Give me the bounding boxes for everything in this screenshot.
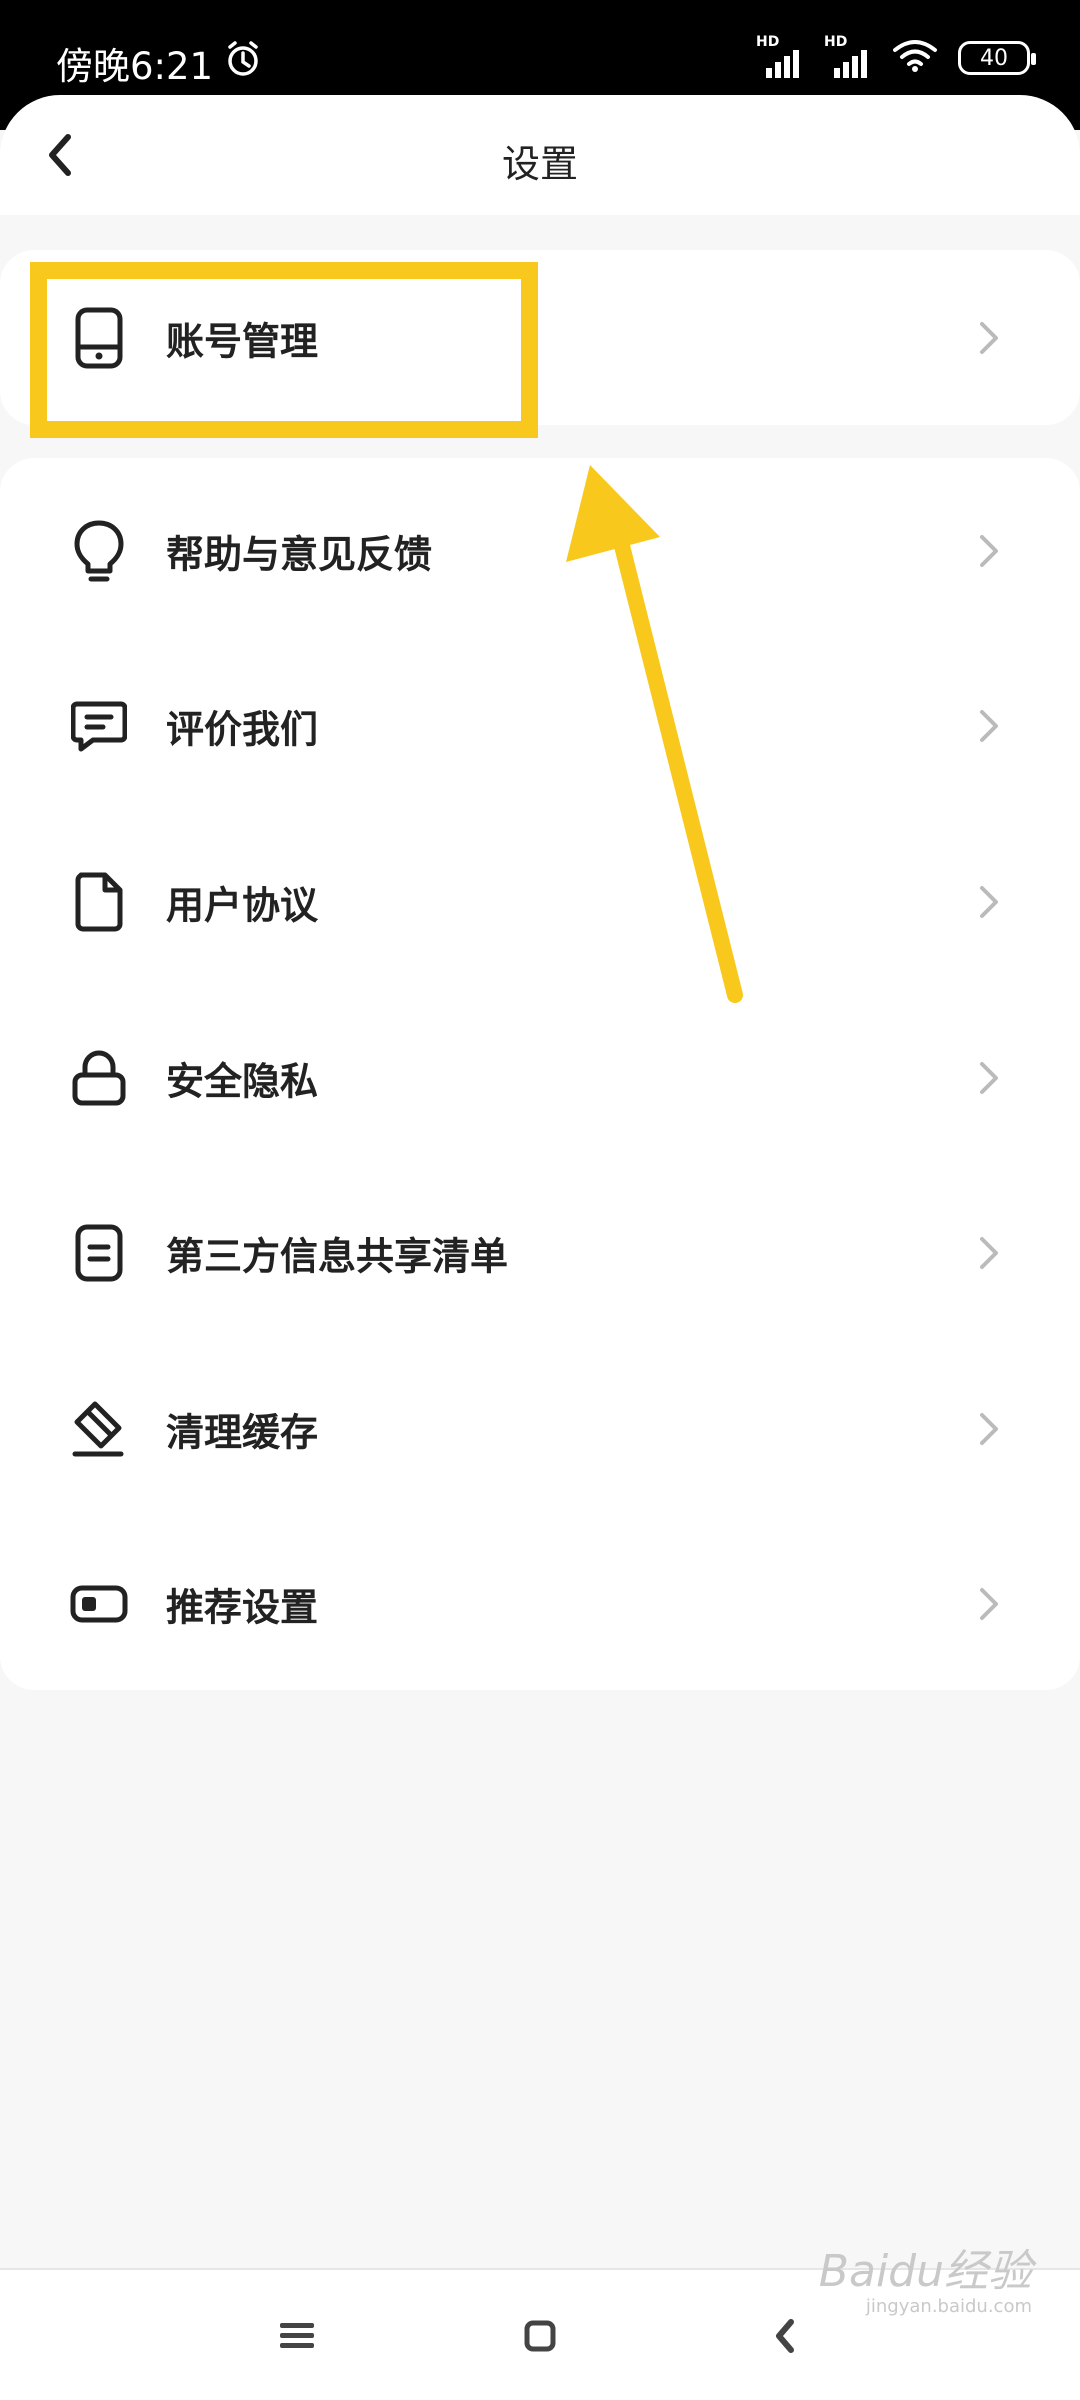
home-square-icon [524, 2320, 556, 2352]
wifi-icon [892, 39, 938, 77]
account-card: 账号管理 [0, 250, 1080, 425]
page-title: 设置 [501, 142, 578, 186]
chevron-right-icon [980, 709, 998, 742]
status-time: 傍晚6:21 [56, 36, 263, 90]
settings-item-user-agreement[interactable]: 用户协议 [0, 814, 1080, 989]
lock-icon [70, 1044, 128, 1112]
back-triangle-icon [776, 2319, 794, 2353]
system-back-button[interactable] [760, 2314, 810, 2358]
list-icon [70, 1219, 128, 1287]
chevron-right-icon [980, 885, 998, 918]
hd-label: HD [824, 34, 848, 50]
signal-icon-1: HD [756, 34, 804, 78]
phone-icon [70, 304, 128, 372]
settings-item-account[interactable]: 账号管理 [0, 250, 1080, 425]
app-header: 设置 [0, 95, 1080, 215]
chevron-right-icon [980, 321, 998, 354]
recent-apps-button[interactable] [272, 2314, 322, 2358]
settings-item-third-party-list[interactable]: 第三方信息共享清单 [0, 1165, 1080, 1340]
chevron-right-icon [980, 1061, 998, 1094]
settings-item-label: 推荐设置 [166, 1585, 319, 1629]
settings-item-label: 帮助与意见反馈 [166, 532, 433, 576]
settings-item-feedback[interactable]: 帮助与意见反馈 [0, 463, 1080, 638]
lightbulb-icon [70, 517, 128, 585]
eraser-icon [70, 1395, 128, 1463]
battery-level: 40 [980, 45, 1008, 71]
settings-item-label: 用户协议 [166, 883, 319, 927]
settings-item-label: 评价我们 [166, 707, 319, 751]
chevron-right-icon [980, 1236, 998, 1269]
home-button[interactable] [515, 2314, 565, 2358]
document-icon [70, 868, 128, 936]
signal-icon-2: HD [824, 34, 872, 78]
chevron-right-icon [980, 534, 998, 567]
settings-item-label: 清理缓存 [166, 1410, 319, 1454]
watermark-brand: Baidu经验 [818, 2246, 1032, 2297]
alarm-icon [223, 39, 263, 88]
battery-icon: 40 [958, 41, 1036, 75]
settings-item-label: 安全隐私 [166, 1059, 319, 1103]
settings-item-recommendation[interactable]: 推荐设置 [0, 1516, 1080, 1691]
settings-item-rate-us[interactable]: 评价我们 [0, 638, 1080, 813]
status-icons: HD HD 40 [756, 34, 1036, 78]
chevron-right-icon [980, 1587, 998, 1620]
watermark-url: jingyan.baidu.com [865, 2296, 1032, 2317]
settings-card: 帮助与意见反馈 评价我们 用户协议 安全隐私 第三方信息共享清单 清理缓存 推荐… [0, 458, 1080, 1690]
settings-item-label: 第三方信息共享清单 [166, 1234, 509, 1278]
settings-item-clear-cache[interactable]: 清理缓存 [0, 1341, 1080, 1516]
settings-item-label: 账号管理 [166, 319, 319, 363]
hd-label: HD [756, 34, 780, 50]
settings-item-security-privacy[interactable]: 安全隐私 [0, 990, 1080, 1165]
message-icon [70, 692, 128, 760]
menu-icon [280, 2323, 314, 2348]
chevron-right-icon [980, 1412, 998, 1445]
baidu-watermark: Baidu经验 jingyan.baidu.com [819, 2250, 1032, 2316]
toggle-icon [70, 1570, 128, 1638]
clock-text: 傍晚6:21 [56, 45, 214, 88]
